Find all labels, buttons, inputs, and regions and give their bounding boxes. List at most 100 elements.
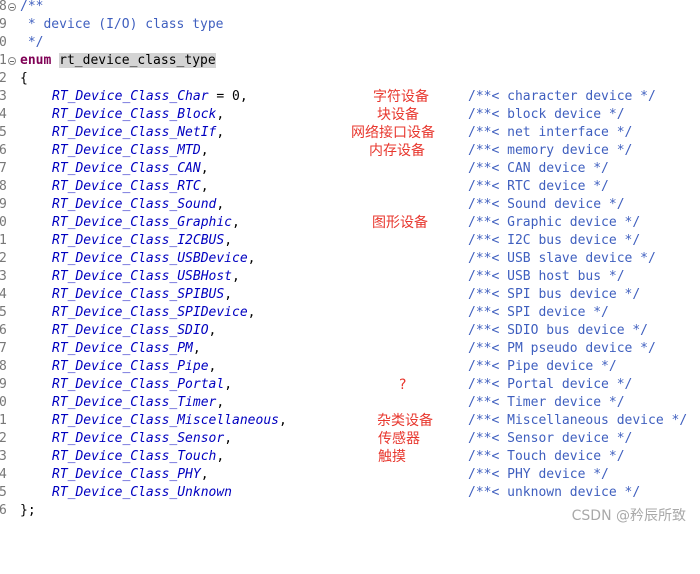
code-line: 0 */	[0, 34, 700, 52]
line-number: 6	[0, 143, 7, 158]
open-brace: {	[20, 71, 28, 86]
annotation-note: 传感器	[378, 431, 420, 447]
line-number: 0	[0, 395, 7, 410]
enum-constant: RT_Device_Class_PHY	[52, 467, 201, 482]
enum-item-line: 0 RT_Device_Class_Graphic, 图形设备 /**< Graphi…	[0, 214, 700, 232]
enum-constant: RT_Device_Class_NetIf	[52, 125, 217, 140]
enum-item-line: 5 RT_Device_Class_Unknown /**< unknown dev…	[0, 484, 700, 502]
constant-suffix: ,	[200, 161, 209, 176]
enum-item-line: 9 RT_Device_Class_Sound, /**< Sound device…	[0, 196, 700, 214]
enum-constant: RT_Device_Class_Char	[52, 89, 209, 104]
trailing-comment: /**< RTC device */	[468, 179, 609, 194]
annotation-note: 网络接口设备	[351, 125, 435, 141]
trailing-comment: /**< Sensor device */	[468, 431, 633, 446]
constant-suffix: ,	[208, 359, 217, 374]
watermark: CSDN @矜辰所致	[571, 508, 686, 524]
line-number: 2	[0, 431, 7, 446]
enum-constant: RT_Device_Class_Touch	[52, 449, 217, 464]
enum-item-line: 4 RT_Device_Class_PHY, /**< PHY device */	[0, 466, 700, 484]
annotation-note: 字符设备	[373, 89, 429, 105]
trailing-comment: /**< SDIO bus device */	[468, 323, 649, 338]
enum-item-line: 4 RT_Device_Class_SPIBUS, /**< SPI bus dev…	[0, 286, 700, 304]
constant-suffix: ,	[232, 269, 240, 284]
enum-constant: RT_Device_Class_Miscellaneous	[52, 413, 279, 428]
constant-suffix: ,	[278, 413, 287, 428]
trailing-comment: /**< Pipe device */	[468, 359, 617, 374]
trailing-comment: /**< Timer device */	[468, 395, 625, 410]
enum-item-line: 2 RT_Device_Class_USBDevice, /**< USB slav…	[0, 250, 700, 268]
trailing-comment: /**< character device */	[468, 89, 656, 104]
code-line: 9 * device (I/O) class type	[0, 16, 700, 34]
line-number: 7	[0, 161, 7, 176]
line-number: 1	[0, 233, 7, 248]
enum-constant: RT_Device_Class_Timer	[52, 395, 217, 410]
enum-item-line: 7 RT_Device_Class_CAN, /**< CAN device */	[0, 160, 700, 178]
line-number: 4	[0, 287, 7, 302]
enum-constant: RT_Device_Class_Pipe	[52, 359, 209, 374]
annotation-note: 杂类设备	[377, 413, 433, 429]
constant-suffix: ,	[232, 215, 240, 230]
line-number: 6	[0, 323, 7, 338]
constant-suffix: ,	[247, 305, 256, 320]
enum-constant: RT_Device_Class_PM	[52, 341, 193, 356]
enum-constant: RT_Device_Class_Sound	[52, 197, 217, 212]
line-number: 2	[0, 251, 7, 266]
enum-constant: RT_Device_Class_Sensor	[52, 431, 225, 446]
trailing-comment: /**< CAN device */	[468, 161, 609, 176]
line-number: 6	[0, 503, 7, 518]
trailing-comment: /**< memory device */	[468, 143, 633, 158]
constant-suffix: ,	[200, 143, 209, 158]
constant-suffix: ,	[216, 449, 225, 464]
enum-item-line: 1 RT_Device_Class_I2CBUS, /**< I2C bus dev…	[0, 232, 700, 250]
trailing-comment: /**< Portal device */	[468, 377, 633, 392]
trailing-comment: /**< Sound device */	[468, 197, 625, 212]
constant-suffix: ,	[224, 377, 233, 392]
line-number: 5	[0, 305, 7, 320]
enum-item-line: 9 RT_Device_Class_Portal,? /**< Portal dev…	[0, 376, 700, 394]
line-number: 0	[0, 35, 7, 50]
constant-suffix: ,	[208, 323, 217, 338]
trailing-comment: /**< USB host bus */	[468, 269, 625, 284]
code-line: 8 /**	[0, 0, 700, 16]
line-number: 8	[0, 359, 7, 374]
constant-suffix: = 0,	[208, 89, 248, 104]
constant-suffix: ,	[192, 341, 201, 356]
trailing-comment: /**< PHY device */	[468, 467, 609, 482]
fold-collapse-icon[interactable]	[8, 3, 16, 11]
enum-constant: RT_Device_Class_Graphic	[52, 215, 233, 230]
line-number: 2	[0, 71, 7, 86]
comment-text: * device (I/O) class type	[20, 17, 224, 32]
enum-constant: RT_Device_Class_Unknown	[52, 485, 233, 500]
line-number: 3	[0, 269, 7, 284]
line-number: 3	[0, 449, 7, 464]
enum-item-line: 6 RT_Device_Class_SDIO, /**< SDIO bus devi…	[0, 322, 700, 340]
comment-text: */	[20, 35, 44, 50]
annotation-note: 内存设备	[369, 143, 425, 159]
enum-constant: RT_Device_Class_SDIO	[52, 323, 209, 338]
enum-constant: RT_Device_Class_I2CBUS	[52, 233, 225, 248]
constant-suffix: ,	[224, 287, 233, 302]
enum-item-line: 3 RT_Device_Class_Touch, 触摸 /**< Touch devi…	[0, 448, 700, 466]
line-number: 3	[0, 89, 7, 104]
enum-constant: RT_Device_Class_RTC	[52, 179, 201, 194]
code-line: 2 {	[0, 70, 700, 88]
trailing-comment: /**< SPI device */	[468, 305, 609, 320]
constant-suffix: ,	[200, 179, 209, 194]
code-line-enum: 1 enum rt_device_class_type	[0, 52, 700, 70]
enum-constant: RT_Device_Class_SPIDevice	[52, 305, 248, 320]
annotation-note: ?	[399, 377, 407, 393]
trailing-comment: /**< I2C bus device */	[468, 233, 641, 248]
code-editor[interactable]: 8 /** 9 * device (I/O) class type 0 */ 1…	[0, 0, 700, 520]
enum-constant: RT_Device_Class_Portal	[52, 377, 225, 392]
constant-suffix: ,	[216, 107, 225, 122]
trailing-comment: /**< unknown device */	[468, 485, 641, 500]
line-number: 1	[0, 413, 7, 428]
line-number: 5	[0, 485, 7, 500]
enum-item-line: 8 RT_Device_Class_RTC, /**< RTC device */	[0, 178, 700, 196]
constant-suffix: ,	[200, 467, 209, 482]
fold-collapse-icon[interactable]	[8, 57, 16, 65]
trailing-comment: /**< Touch device */	[468, 449, 625, 464]
trailing-comment: /**< PM pseudo device */	[468, 341, 656, 356]
trailing-comment: /**< SPI bus device */	[468, 287, 641, 302]
line-number: 8	[0, 179, 7, 194]
